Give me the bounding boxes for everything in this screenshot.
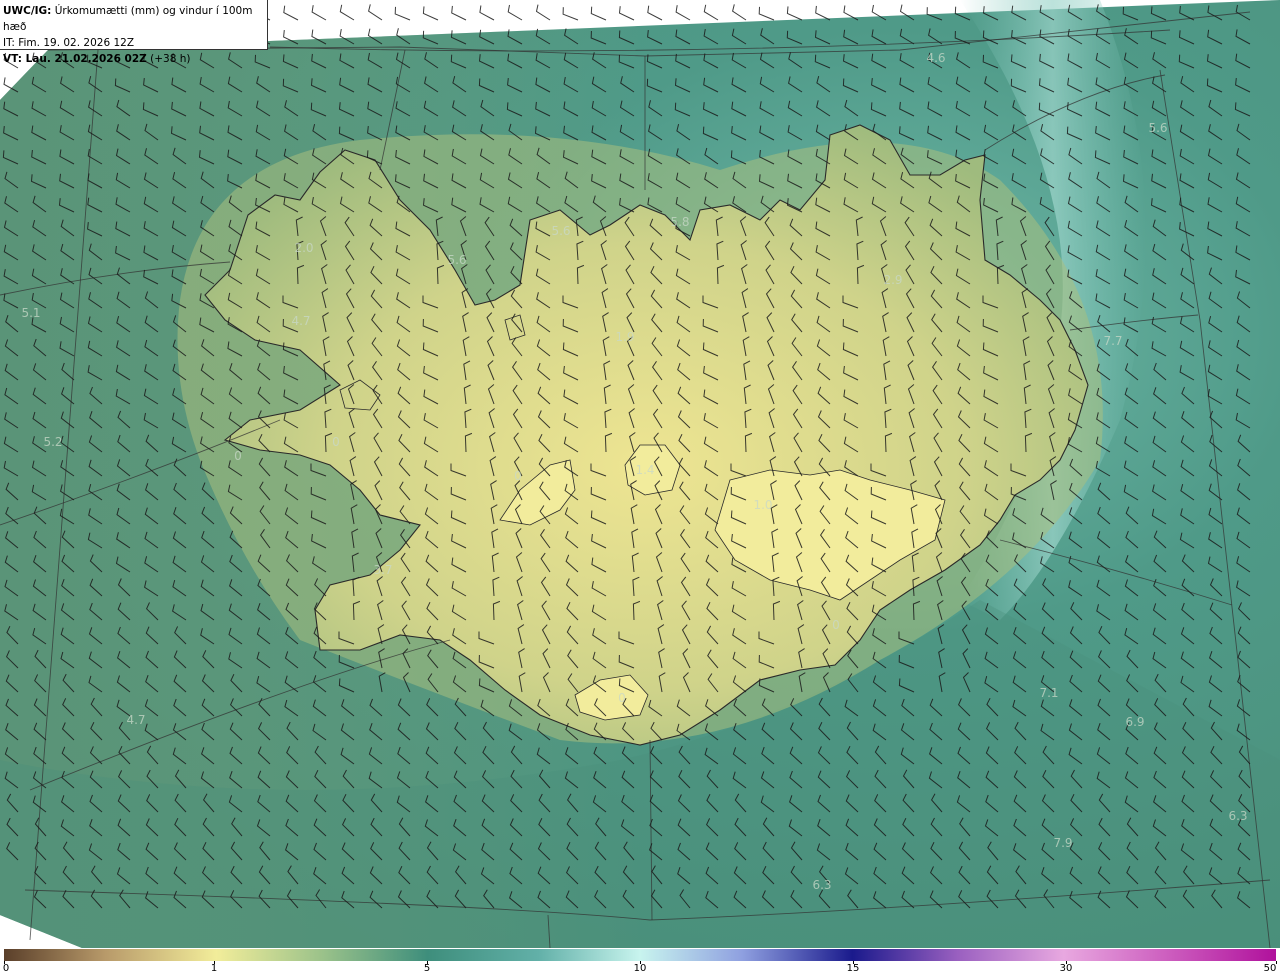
value-label: 2.0 (294, 241, 313, 255)
value-label: 6.3 (1228, 809, 1247, 823)
colorbar-tick-label: 50 (1263, 963, 1277, 974)
value-label: 5.1 (21, 306, 40, 320)
value-label: 1.9 (615, 330, 634, 344)
value-label: 4.6 (926, 51, 945, 65)
colorbar-tick-label: 1 (210, 963, 218, 974)
value-label: 5.2 (43, 435, 62, 449)
value-label: 5.8 (670, 215, 689, 229)
value-label: 5.6 (1148, 121, 1167, 135)
value-label: 5.6 (447, 253, 466, 267)
precipitation-map: 4.6 5.6 5.8 5.6 5.6 2.0 2.9 5.1 4.7 1.9 7.7 5.2 0 0 1.… (0, 0, 1280, 948)
model-name: UWC/IG: (3, 5, 52, 17)
value-label: 0 (332, 435, 340, 449)
colorbar-tick-label: 15 (846, 963, 860, 974)
value-label: 0 (234, 449, 242, 463)
value-label: 0 (514, 469, 522, 483)
value-label: 5.6 (551, 224, 570, 238)
issue-time: IT: Fim. 19. 02. 2026 12Z (3, 37, 135, 49)
value-label: 2.9 (883, 273, 902, 287)
value-label: 3.7 (373, 563, 392, 577)
lead-time: (+38 h) (150, 53, 191, 65)
value-label: 4.7 (126, 713, 145, 727)
map-info-box: UWC/IG: Úrkomumætti (mm) og vindur í 100… (0, 0, 268, 65)
value-label: 1.0 (753, 498, 772, 512)
colorbar-tick-label: 0 (2, 963, 10, 974)
value-label: 7.7 (1103, 334, 1122, 348)
value-label: 0 (618, 691, 626, 705)
value-label: 6.9 (1125, 715, 1144, 729)
valid-time: VT: Lau. 21.02.2026 02Z (3, 53, 147, 65)
colorbar-tick-label: 30 (1059, 963, 1073, 974)
colorbar-gradient (4, 949, 1276, 961)
colorbar: 0 1 5 10 15 30 50 (0, 948, 1280, 978)
value-label: 7.1 (1039, 686, 1058, 700)
value-label: 1.4 (635, 463, 654, 477)
colorbar-tick-label: 5 (423, 963, 431, 974)
value-label: 0 (832, 618, 840, 632)
value-label: 6.3 (812, 878, 831, 892)
colorbar-tick-label: 10 (633, 963, 647, 974)
value-label: 7.9 (1053, 836, 1072, 850)
value-label: 4.7 (291, 314, 310, 328)
